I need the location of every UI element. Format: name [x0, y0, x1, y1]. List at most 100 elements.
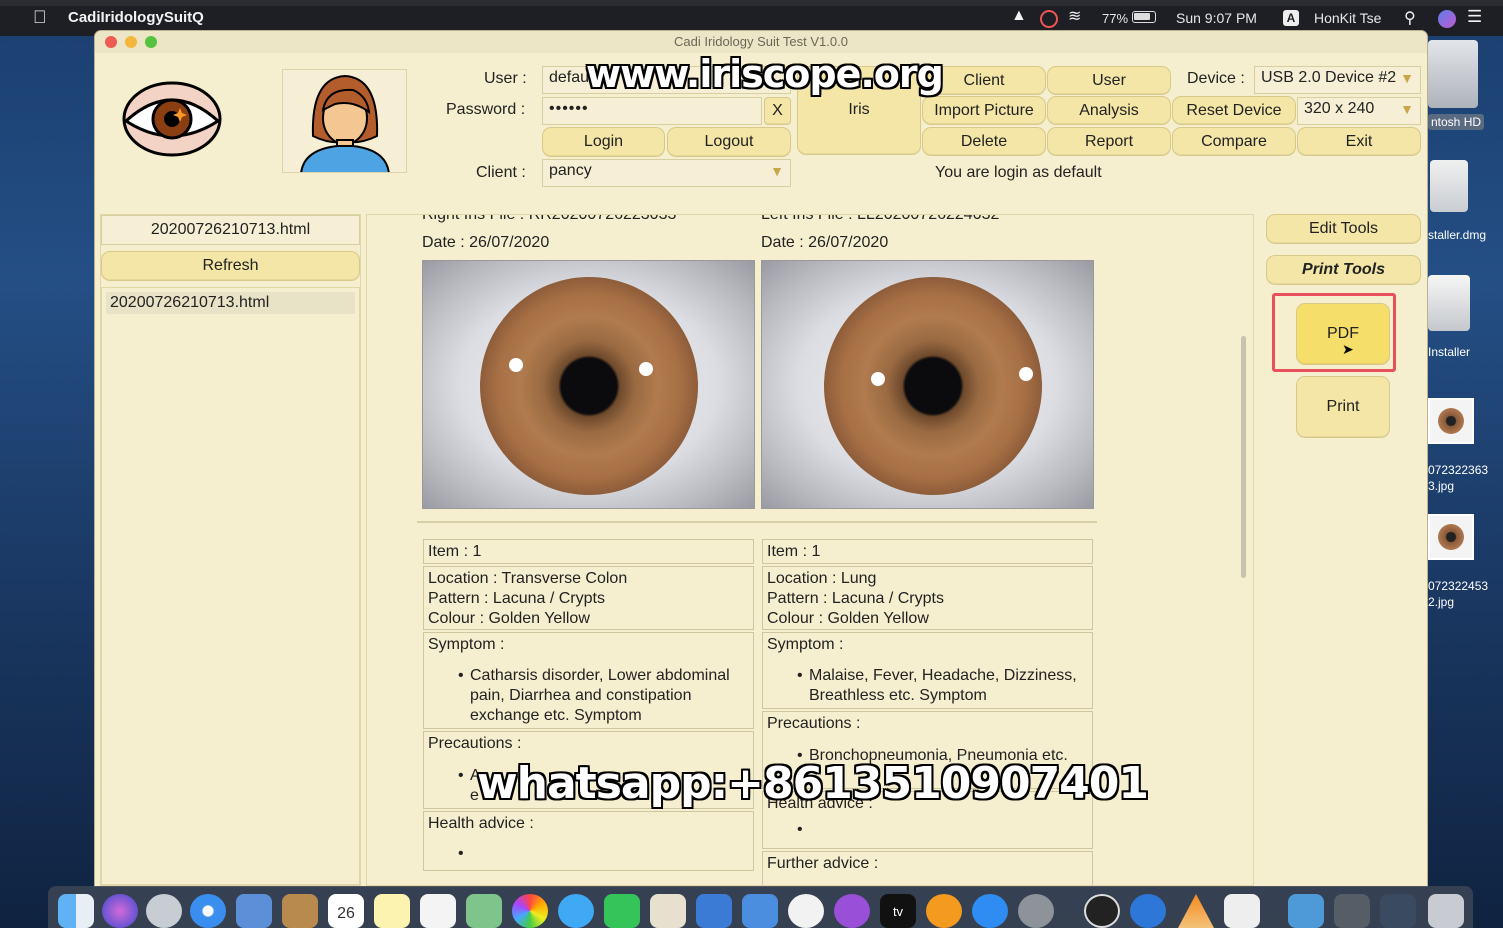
user-avatar [282, 69, 407, 173]
messages-icon[interactable] [558, 894, 594, 928]
app-menu-name[interactable]: CadiIridologySuitQ [68, 9, 204, 26]
analysis-button[interactable]: Analysis [1047, 96, 1171, 125]
desktop-item-jpg-1[interactable]: 072322363 3.jpg [1428, 398, 1488, 494]
desktop-item-jpg-2[interactable]: 072322453 2.jpg [1428, 514, 1488, 610]
user-button[interactable]: User [1047, 66, 1171, 95]
screen-recorder-icon[interactable] [1040, 10, 1058, 28]
maps-icon[interactable] [466, 894, 502, 928]
upload-icon[interactable]: ▲ [1011, 7, 1027, 25]
notes-icon[interactable] [374, 894, 410, 928]
siri-icon[interactable] [102, 894, 138, 928]
refresh-button[interactable]: Refresh [101, 251, 360, 281]
delete-button[interactable]: Delete [922, 127, 1046, 156]
podcasts-icon[interactable] [834, 894, 870, 928]
calendar-icon[interactable]: 26 [328, 894, 364, 928]
window-thumbnail-icon[interactable] [1334, 894, 1370, 928]
app-store-icon[interactable] [972, 894, 1008, 928]
password-label: Password : [446, 101, 526, 118]
photos-icon[interactable] [512, 894, 548, 928]
downloads-folder-icon[interactable] [1288, 894, 1324, 928]
desktop-item-installer[interactable]: Installer [1428, 275, 1470, 359]
desktop-item-dmg[interactable]: staller.dmg [1428, 160, 1486, 242]
desktop-item-label: 072322453 2.jpg [1428, 579, 1489, 609]
keynote-icon[interactable] [742, 894, 778, 928]
facetime-icon[interactable] [604, 894, 640, 928]
clock[interactable]: Sun 9:07 PM [1176, 10, 1257, 26]
control-center-icon[interactable]: ☰ [1467, 7, 1482, 27]
contacts-icon[interactable] [282, 894, 318, 928]
browser-icon[interactable] [1130, 894, 1166, 928]
right-symptom: Symptom : Catharsis disorder, Lower abdo… [423, 632, 754, 729]
edit-tools-button[interactable]: Edit Tools [1266, 214, 1421, 244]
current-file-field[interactable]: 20200726210713.html [101, 215, 360, 245]
device-select-value: USB 2.0 Device #2 [1261, 69, 1397, 86]
image-thumbnail-icon [1428, 398, 1474, 444]
left-further-advice: Further advice : [762, 851, 1093, 885]
logout-button[interactable]: Logout [667, 127, 791, 157]
print-button[interactable]: Print [1296, 376, 1390, 438]
desktop-item-label: Installer [1428, 345, 1471, 359]
right-health-label: Health advice : [428, 815, 534, 832]
minimize-window-button[interactable] [125, 36, 137, 48]
report-scrollbar[interactable] [1237, 220, 1249, 880]
resolution-select[interactable]: 320 x 240 ▼ [1297, 97, 1421, 125]
desktop-item-label: 072322363 3.jpg [1428, 463, 1489, 493]
finder-icon[interactable] [58, 894, 94, 928]
siri-icon[interactable] [1438, 10, 1456, 28]
apple-menu-icon[interactable]:  [33, 7, 47, 28]
right-precautions-label: Precautions : [428, 735, 522, 752]
report-button[interactable]: Report [1047, 127, 1171, 156]
books-icon[interactable] [926, 894, 962, 928]
right-iris-file: Right Iris File : RR20200726223033 [422, 214, 677, 223]
document-icon[interactable] [1224, 894, 1260, 928]
file-list-item[interactable]: 20200726210713.html [106, 292, 355, 314]
device-select[interactable]: USB 2.0 Device #2 ▼ [1254, 66, 1421, 94]
scrollbar-thumb[interactable] [1241, 336, 1246, 578]
compare-button[interactable]: Compare [1172, 127, 1296, 156]
right-details: Location : Transverse Colon Pattern : La… [423, 566, 754, 630]
numbers-icon[interactable] [696, 894, 732, 928]
right-iris-image[interactable] [422, 260, 755, 509]
left-symptom-label: Symptom : [767, 636, 844, 653]
left-date: Date : 26/07/2020 [761, 234, 889, 251]
password-field[interactable]: •••••• [542, 97, 762, 125]
zoom-window-button[interactable] [145, 36, 157, 48]
reset-device-button[interactable]: Reset Device [1172, 96, 1296, 125]
battery-icon[interactable] [1132, 11, 1156, 23]
import-picture-button[interactable]: Import Picture [922, 96, 1046, 125]
divider [417, 521, 1097, 523]
exit-button[interactable]: Exit [1297, 127, 1421, 156]
login-button[interactable]: Login [542, 127, 665, 157]
launchpad-icon[interactable] [146, 894, 182, 928]
client-select[interactable]: pancy ▼ [542, 159, 791, 187]
input-source-icon[interactable]: A [1283, 10, 1299, 26]
system-preferences-icon[interactable] [1018, 894, 1054, 928]
clear-password-button[interactable]: X [764, 97, 791, 125]
safari-icon[interactable] [190, 894, 226, 928]
desktop-item-hd[interactable]: ntosh HD [1428, 40, 1485, 130]
trash-icon[interactable] [1428, 894, 1464, 928]
user-label: User : [484, 70, 527, 87]
print-tools-button[interactable]: Print Tools [1266, 255, 1421, 285]
close-window-button[interactable] [105, 36, 117, 48]
window-thumbnail-icon[interactable] [1380, 894, 1416, 928]
wifi-icon[interactable]: ≋ [1068, 6, 1081, 26]
right-symptom-text: Catharsis disorder, Lower abdominal pain… [428, 666, 749, 726]
spotlight-search-icon[interactable]: ⚲ [1404, 8, 1416, 28]
installer-icon [1428, 275, 1470, 331]
reminders-icon[interactable] [420, 894, 456, 928]
left-iris-image[interactable] [761, 260, 1094, 509]
watermark-website: www.iriscope.org [586, 52, 944, 96]
music-icon[interactable] [788, 894, 824, 928]
app-logo-eye-icon [122, 81, 222, 157]
obs-icon[interactable] [1084, 894, 1120, 928]
file-panel: 20200726210713.html Refresh 202007262107… [100, 214, 361, 886]
textedit-icon[interactable] [650, 894, 686, 928]
user-menu[interactable]: HonKit Tse [1314, 10, 1381, 26]
title-bar[interactable]: Cadi Iridology Suit Test V1.0.0 [95, 31, 1427, 53]
preview-icon[interactable] [236, 894, 272, 928]
left-precautions-label: Precautions : [767, 715, 861, 732]
vlc-icon[interactable] [1178, 894, 1214, 928]
tv-icon[interactable]: tv [880, 894, 916, 928]
client-select-value: pancy [549, 162, 592, 179]
